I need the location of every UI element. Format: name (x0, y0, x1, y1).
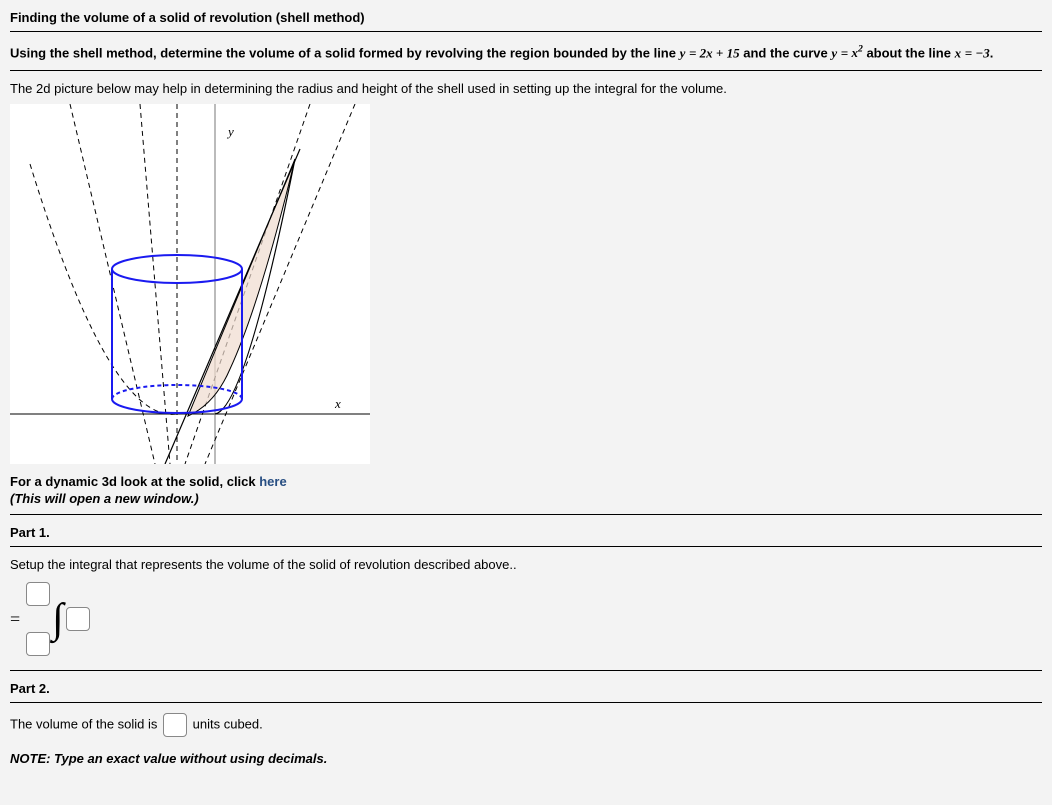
y-axis-label: y (226, 124, 234, 139)
dynamic-3d-line: For a dynamic 3d look at the solid, clic… (10, 474, 1042, 489)
integral-sign-icon: ∫ (52, 601, 64, 639)
eq2-lhs: y (831, 45, 837, 60)
eq-sym: = (689, 45, 700, 60)
upper-limit-input[interactable] (26, 582, 50, 606)
integral-setup: = ∫ (10, 582, 1042, 656)
volume-prefix: The volume of the solid is (10, 717, 161, 732)
eq2-rhs: x2 (851, 45, 862, 60)
shell-diagram-svg: y x (10, 104, 370, 464)
divider (10, 702, 1042, 703)
x-axis-label: x (334, 396, 341, 411)
problem-suffix: . (990, 45, 994, 60)
part1-label: Part 1. (10, 525, 1042, 540)
integral-limits (26, 582, 50, 656)
figure-2d: y x (10, 104, 370, 464)
eq-sym: = (841, 45, 852, 60)
volume-suffix: units cubed. (189, 717, 263, 732)
divider (10, 546, 1042, 547)
here-link[interactable]: here (259, 474, 286, 489)
eq-sym: = (965, 45, 976, 60)
divider (10, 70, 1042, 71)
part2-label: Part 2. (10, 681, 1042, 696)
problem-mid2: about the line (866, 45, 954, 60)
eq1-rhs: 2x + 15 (700, 45, 740, 60)
problem-prefix: Using the shell method, determine the vo… (10, 45, 680, 60)
eq1-lhs: y (680, 45, 686, 60)
note-exact-value: NOTE: Type an exact value without using … (10, 751, 1042, 766)
equals-sign: = (10, 609, 20, 630)
divider (10, 31, 1042, 32)
lower-limit-input[interactable] (26, 632, 50, 656)
link-prefix: For a dynamic 3d look at the solid, clic… (10, 474, 259, 489)
problem-statement: Using the shell method, determine the vo… (10, 42, 1042, 64)
part1-instruction: Setup the integral that represents the v… (10, 557, 1042, 572)
volume-input[interactable] (163, 713, 187, 737)
eq3-lhs: x (955, 45, 962, 60)
problem-mid1: and the curve (743, 45, 831, 60)
integrand-input[interactable] (66, 607, 90, 631)
new-window-note: (This will open a new window.) (10, 491, 1042, 506)
page-title: Finding the volume of a solid of revolut… (10, 10, 1042, 25)
eq3-rhs: −3 (975, 45, 989, 60)
part2-sentence: The volume of the solid is units cubed. (10, 713, 1042, 737)
hint-text: The 2d picture below may help in determi… (10, 81, 1042, 96)
divider (10, 670, 1042, 671)
divider (10, 514, 1042, 515)
